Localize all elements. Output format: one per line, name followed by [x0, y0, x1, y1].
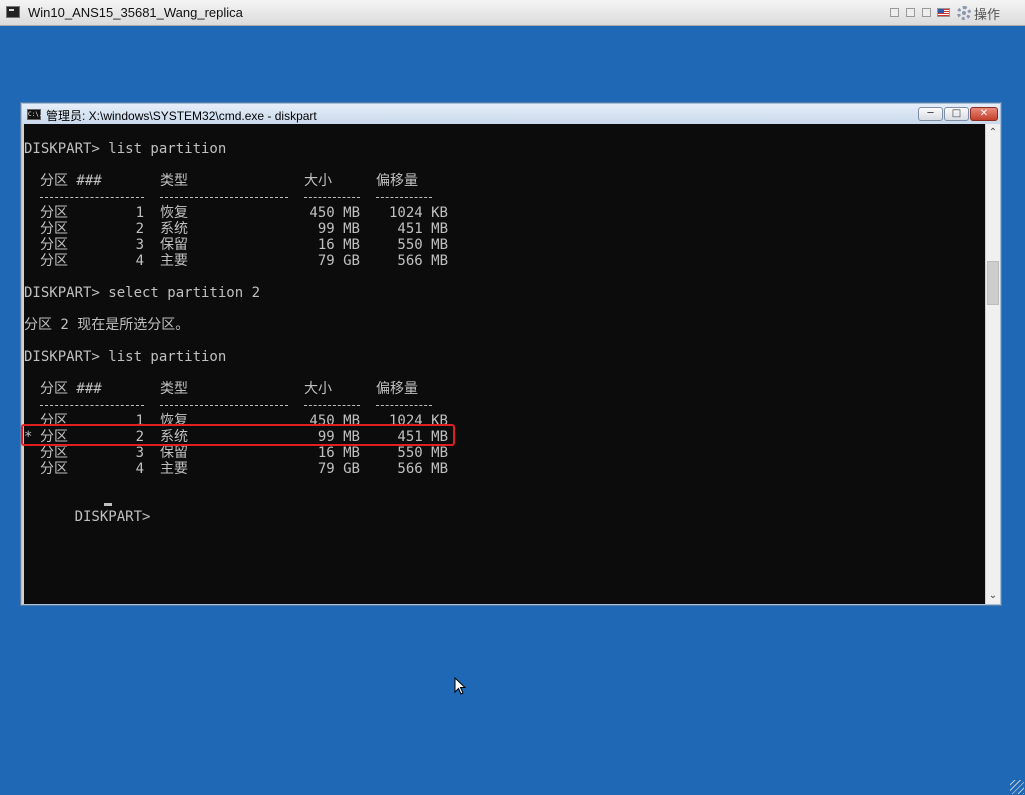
row-type: 主要 — [160, 461, 188, 477]
console-icon: C:\. — [27, 109, 43, 120]
row-offset: 566 MB — [397, 253, 448, 269]
console-command-2: DISKPART> select partition 2 — [24, 285, 261, 301]
row-size: 79 GB — [317, 253, 360, 269]
header-partition: 分区 ### — [40, 381, 102, 397]
header-type: 类型 — [160, 381, 188, 397]
header-type: 类型 — [160, 173, 188, 189]
row-type: 保留 — [160, 445, 188, 461]
cmd-window: C:\. 管理员: X:\windows\SYSTEM32\cmd.exe - … — [20, 102, 1002, 606]
gear-icon[interactable] — [957, 6, 971, 20]
flag-icon[interactable] — [937, 8, 950, 17]
row-offset: 451 MB — [397, 221, 448, 237]
table-row: 分区 3 保留 16 MB 550 MB — [24, 237, 985, 253]
mouse-pointer-icon — [454, 677, 466, 695]
console-command-1: DISKPART> list partition — [24, 141, 227, 157]
row-number: 4 — [135, 253, 144, 269]
close-button[interactable]: ✕ — [970, 107, 998, 121]
row-size: 16 MB — [317, 445, 360, 461]
console-command-3: DISKPART> list partition — [24, 349, 227, 365]
console-message: 分区 2 现在是所选分区。 — [24, 317, 190, 333]
row-number: 2 — [135, 221, 144, 237]
cmd-title-bar[interactable]: C:\. 管理员: X:\windows\SYSTEM32\cmd.exe - … — [22, 104, 1000, 124]
row-offset: 550 MB — [397, 445, 448, 461]
header-size: 大小 — [304, 381, 332, 397]
row-offset: 550 MB — [397, 237, 448, 253]
scroll-up-icon[interactable]: ⌃ — [986, 124, 1000, 141]
row-offset: 566 MB — [397, 461, 448, 477]
resize-grip[interactable] — [1010, 780, 1024, 794]
row-number: 1 — [135, 205, 144, 221]
header-size: 大小 — [304, 173, 332, 189]
console-output[interactable]: DISKPART> list partition 分区 ### 类型 大小 偏移… — [24, 124, 985, 604]
text-cursor — [104, 503, 112, 506]
maximize-button[interactable]: □ — [944, 107, 969, 121]
full-icon[interactable] — [922, 8, 931, 17]
host-title-bar: Win10_ANS15_35681_Wang_replica 操作 — [0, 0, 1025, 26]
table-separator-1 — [24, 189, 985, 205]
minimize-icon[interactable] — [906, 8, 915, 17]
table-separator-2 — [24, 397, 985, 413]
header-partition: 分区 ### — [40, 173, 102, 189]
scroll-thumb[interactable] — [987, 261, 999, 305]
window-icon — [6, 6, 20, 18]
table-row: 分区 2 系统 99 MB 451 MB — [24, 221, 985, 237]
row-label: 分区 — [40, 237, 68, 253]
cmd-window-title: 管理员: X:\windows\SYSTEM32\cmd.exe - diskp… — [46, 109, 317, 123]
action-menu[interactable]: 操作 — [974, 4, 1000, 23]
highlight-annotation — [21, 424, 455, 446]
console-prompt[interactable]: DISKPART> — [24, 493, 985, 525]
row-label: 分区 — [40, 445, 68, 461]
row-label: 分区 — [40, 461, 68, 477]
minimize-button[interactable]: ─ — [918, 107, 943, 121]
scroll-down-icon[interactable]: ⌄ — [986, 587, 1000, 604]
table-header-2: 分区 ### 类型 大小 偏移量 — [24, 381, 985, 397]
host-window-title: Win10_ANS15_35681_Wang_replica — [28, 5, 243, 20]
prompt-text: DISKPART> — [74, 509, 159, 525]
row-label: 分区 — [40, 253, 68, 269]
row-type: 恢复 — [160, 205, 188, 221]
table-row: 分区 3 保留 16 MB 550 MB — [24, 445, 985, 461]
row-type: 保留 — [160, 237, 188, 253]
row-offset: 1024 KB — [388, 205, 448, 221]
header-offset: 偏移量 — [376, 173, 418, 189]
table-row: 分区 4 主要 79 GB 566 MB — [24, 461, 985, 477]
table-row: 分区 4 主要 79 GB 566 MB — [24, 253, 985, 269]
vertical-scrollbar[interactable]: ⌃ ⌄ — [985, 124, 1000, 604]
row-number: 3 — [135, 237, 144, 253]
row-number: 3 — [135, 445, 144, 461]
row-type: 系统 — [160, 221, 188, 237]
row-number: 4 — [135, 461, 144, 477]
row-size: 16 MB — [317, 237, 360, 253]
row-size: 450 MB — [309, 205, 360, 221]
row-label: 分区 — [40, 221, 68, 237]
table-header-1: 分区 ### 类型 大小 偏移量 — [24, 173, 985, 189]
header-offset: 偏移量 — [376, 381, 418, 397]
restore-icon[interactable] — [890, 8, 899, 17]
row-label: 分区 — [40, 205, 68, 221]
row-size: 79 GB — [317, 461, 360, 477]
row-size: 99 MB — [317, 221, 360, 237]
table-row: 分区 1 恢复 450 MB 1024 KB — [24, 205, 985, 221]
row-type: 主要 — [160, 253, 188, 269]
